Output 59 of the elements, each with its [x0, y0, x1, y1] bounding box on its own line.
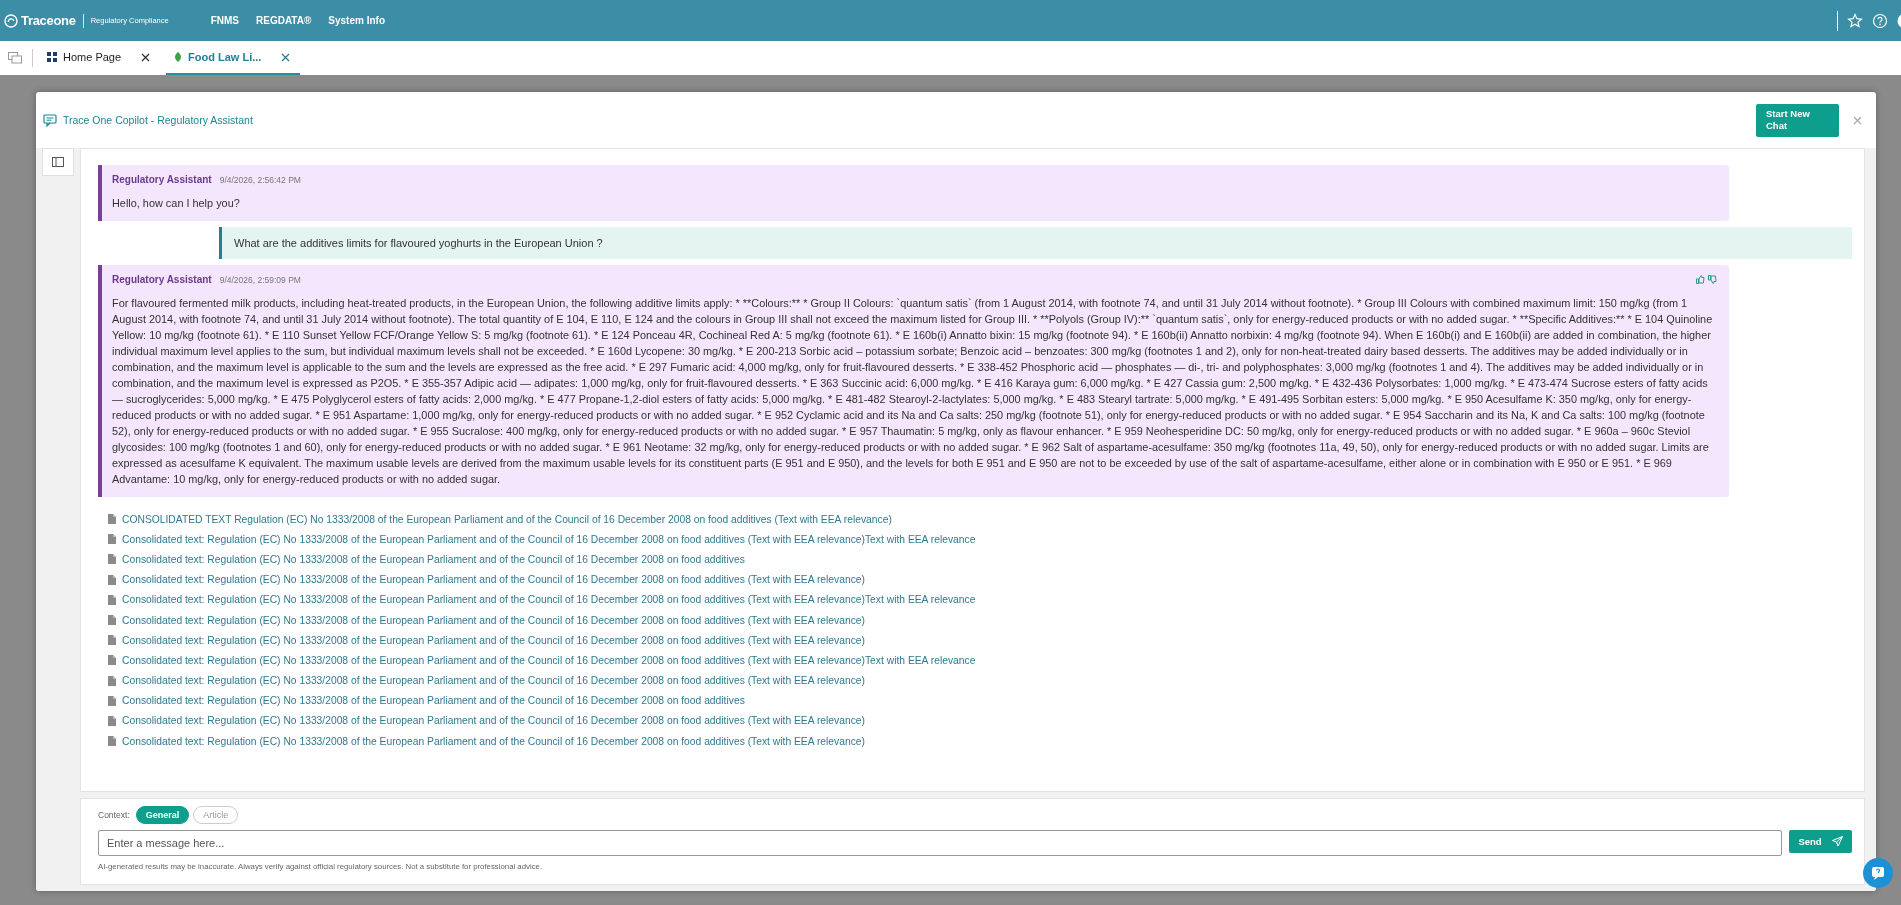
source-link[interactable]: Consolidated text: Regulation (EC) No 1333/2008 of the European Parliament and of the Council of 16 December 2008 on food additives (Text with EEA relevance): [122, 735, 865, 747]
document-icon: [108, 615, 116, 626]
sidebar-icon: [52, 157, 64, 167]
start-new-chat-button[interactable]: Start New Chat: [1756, 103, 1839, 137]
context-label: Context:: [98, 810, 130, 820]
nav-link[interactable]: System Info: [328, 15, 385, 26]
message-author: Regulatory Assistant: [112, 174, 212, 185]
message-author: Regulatory Assistant: [112, 274, 212, 285]
context-option[interactable]: General: [135, 806, 190, 824]
document-icon: [108, 534, 116, 545]
close-icon[interactable]: [141, 52, 151, 62]
document-icon: [108, 675, 116, 686]
document-icon: [108, 655, 116, 666]
source-link[interactable]: Consolidated text: Regulation (EC) No 1333/2008 of the European Parliament and of the Council of 16 December 2008 on food additives: [122, 553, 745, 565]
document-icon: [108, 574, 116, 585]
send-icon: [1831, 836, 1843, 847]
thumbs-down-icon[interactable]: [1708, 275, 1717, 284]
user-message: What are the additives limits for flavoured yoghurts in the European Union ?: [219, 227, 1852, 259]
source-link[interactable]: Consolidated text: Regulation (EC) No 1333/2008 of the European Parliament and of the Council of 16 December 2008 on food additives (Text with EEA relevance): [122, 614, 865, 626]
source-link[interactable]: Consolidated text: Regulation (EC) No 1333/2008 of the European Parliament and of the Council of 16 December 2008 on food additives (Text with EEA relevance): [122, 634, 865, 646]
message-input[interactable]: Enter a message here...: [98, 830, 1782, 856]
source-link[interactable]: Consolidated text: Regulation (EC) No 1333/2008 of the European Parliament and of the Council of 16 December 2008 on food additives (Text with EEA relevance)Text with EEA relevance: [122, 654, 976, 666]
grid-icon: [47, 52, 57, 62]
help-icon[interactable]: [1872, 12, 1888, 29]
nav-link[interactable]: REGDATA®: [256, 15, 312, 26]
document-icon: [108, 554, 116, 565]
source-link[interactable]: Consolidated text: Regulation (EC) No 1333/2008 of the European Parliament and of the Council of 16 December 2008 on food additives (Text with EEA relevance): [122, 675, 865, 687]
source-link[interactable]: Consolidated text: Regulation (EC) No 1333/2008 of the European Parliament and of the Council of 16 December 2008 on food additives: [122, 695, 745, 707]
chat-help-button[interactable]: [1863, 858, 1893, 888]
document-icon: [108, 695, 116, 706]
message-text: For flavoured fermented milk products, including heat-treated products, in the European Union, the following additive limits apply: * **Colours:** * Group II Colours: `quantum satis` (from 1 August 2014, with footnote 74, and until 31 July 2014 without footnote). * Group III Colours with combined maximum limit: 150 mg/kg (from 1 August 2014, with footnote 74, and until 31 July 2014 without footnote). The total quantity of E 104, E 110, E 124 and the colours in Group III shall not exceed the maximum listed for Group III. * **Polyols (Group IV):** `quantum satis`, only for energy-reduced products or with no added sugar. * **Specific Additives:** * E 104 Quinoline Yellow: 10 mg/kg (footnote 61). * E 110 Sunset Yellow FCF/Orange Yellow S: 5 mg/kg (footnote 61). * E 124 Ponceau 4R, Cochineal Red A: 5 mg/kg (footnote 61). * E 160b(i) Annatto bixin: 15 mg/kg (footnote 94). * E 160b(ii) Annatto norbixin: 4 mg/kg (footnote 94). When E 160b(i) and E 160b(ii) are added in combination, the higher individual maximum level applies to the sum, but individual maximum levels shall not be exceeded. * E 160d Lycopene: 30 mg/kg. * E 200-213 Sorbic acid – potassium sorbate; Benzoic acid – benzoates: 300 mg/kg (footnotes 1 and 2), only for non-heat-treated dairy based desserts. The additives may be added individually or in combination, and the maximum level is applicable to the sum and the levels are expressed as the free acid. * E 297 Fumaric acid: 4,000 mg/kg, only for fruit-flavoured desserts. * E 338-452 Phosphoric acid — phosphates — di-, tri- and polyphosphates: 3,000 mg/kg (footnotes 1 and 4). The additives may be added individually or in combination, and the maximum level is expressed as P2O5. * E 355-357 Adipic acid — adipates: 1,000 mg/kg, only for fruit-flavoured desserts. * E 363 Succinic acid: 6,000 mg/kg. * E 416 Karaya gum: 6,000 mg/kg. * E 427 Cassia gum: 2,500 mg/kg. * E 432-436 Polysorbates: 1,000 mg/kg. * E 473-474 Sucrose esters of fatty acids — sucroglycerides: 5,000 mg/kg. * E 475 Polyglycerol esters of fatty acids: 2,000 mg/kg. * E 477 Propane-1,2-diol esters of fatty acids: 5,000 mg/kg. * E 481-482 Stearoyl-2-lactylates: 5,000 mg/kg. * E 483 Stearyl tartrate: 5,000 mg/kg. * E 491-495 Sorbitan esters: 5,000 mg/kg. * E 950 Acesulfame K: 350 mg/kg, only for energy-reduced products or with no added sugar. * E 951 Aspartame: 1,000 mg/kg, only for energy-reduced products or with no added sugar. * E 952 Cyclamic acid and its Na and Ca salts: 250 mg/kg (footnote 51), only for energy-reduced products or with no added sugar. * E 954 Saccharin and its Na, K and Ca salts: 100 mg/kg (footnote 52), only for energy-reduced products or with no added sugar. * E 955 Sucralose: 400 mg/kg, only for energy-reduced products or with no added sugar. * E 957 Thaumatin: 5 mg/kg, only as flavour enhancer. * E 959 Neohesperidine DC: 50 mg/kg, only for energy-reduced products or with no added sugar. * E 960a – 960c Steviol glycosides: 100 mg/kg (footnotes 1 and 60), only for energy-reduced products or with no added sugar. * E 961 Neotame: 32 mg/kg, only for energy-reduced products or with no added sugar. * E 962 Salt of aspartame-acesulfame: 350 mg/kg (footnotes 11a, 49, 50), only for energy-reduced products or with no added sugar. Limits are expressed as acesulfame K equivalent. The maximum usable levels are derived from the maximum usable levels for its constituent parts (E 951 and E 950), and the levels for both E 951 and E 950 are not to be exceeded by use of the salt of aspartame-acesulfame, either alone or in combination with E 950 or E 951. * E 969 Advantame: 10 mg/kg, only for energy-reduced products or with no added sugar.: [112, 296, 1714, 487]
leaf-icon: [174, 52, 183, 62]
document-icon: [108, 736, 116, 747]
document-icon: [108, 635, 116, 646]
document-icon: [108, 514, 116, 525]
source-link[interactable]: Consolidated text: Regulation (EC) No 1333/2008 of the European Parliament and of the Council of 16 December 2008 on food additives (Text with EEA relevance)Text with EEA relevance: [122, 533, 976, 545]
tab[interactable]: Home Page: [39, 41, 161, 75]
logo-icon: [4, 13, 18, 28]
chat-icon: [43, 113, 57, 127]
context-option[interactable]: Article: [193, 806, 239, 824]
brand-name: Traceone: [21, 13, 76, 28]
chat-help-icon: [1871, 866, 1885, 880]
message-time: 9/4/2026, 2:59:09 PM: [219, 274, 301, 285]
source-link[interactable]: Consolidated text: Regulation (EC) No 1333/2008 of the European Parliament and of the Council of 16 December 2008 on food additives (Text with EEA relevance): [122, 715, 865, 727]
message-text: Hello, how can I help you?: [112, 196, 241, 211]
message-time: 9/4/2026, 2:56:42 PM: [219, 174, 301, 185]
sidebar-toggle-button[interactable]: [42, 148, 74, 176]
source-link[interactable]: Consolidated text: Regulation (EC) No 1333/2008 of the European Parliament and of the Council of 16 December 2008 on food additives (Text with EEA relevance): [122, 574, 865, 586]
send-button[interactable]: Send: [1789, 830, 1852, 853]
source-link[interactable]: Consolidated text: Regulation (EC) No 1333/2008 of the European Parliament and of the Council of 16 December 2008 on food additives (Text with EEA relevance)Text with EEA relevance: [122, 594, 976, 606]
chat-bubbles-icon[interactable]: [8, 52, 22, 64]
source-link[interactable]: CONSOLIDATED TEXT Regulation (EC) No 1333/2008 of the European Parliament and of the Council of 16 December 2008 on food additives (Text with EEA relevance): [122, 513, 892, 525]
star-icon[interactable]: [1847, 12, 1863, 29]
nav-link[interactable]: FNMS: [210, 15, 239, 26]
document-icon: [108, 594, 116, 605]
thumbs-up-icon[interactable]: [1696, 275, 1705, 284]
document-icon: [108, 715, 116, 726]
dialog-title: Trace One Copilot - Regulatory Assistant: [63, 114, 253, 126]
tab[interactable]: Food Law Li...: [166, 41, 301, 75]
